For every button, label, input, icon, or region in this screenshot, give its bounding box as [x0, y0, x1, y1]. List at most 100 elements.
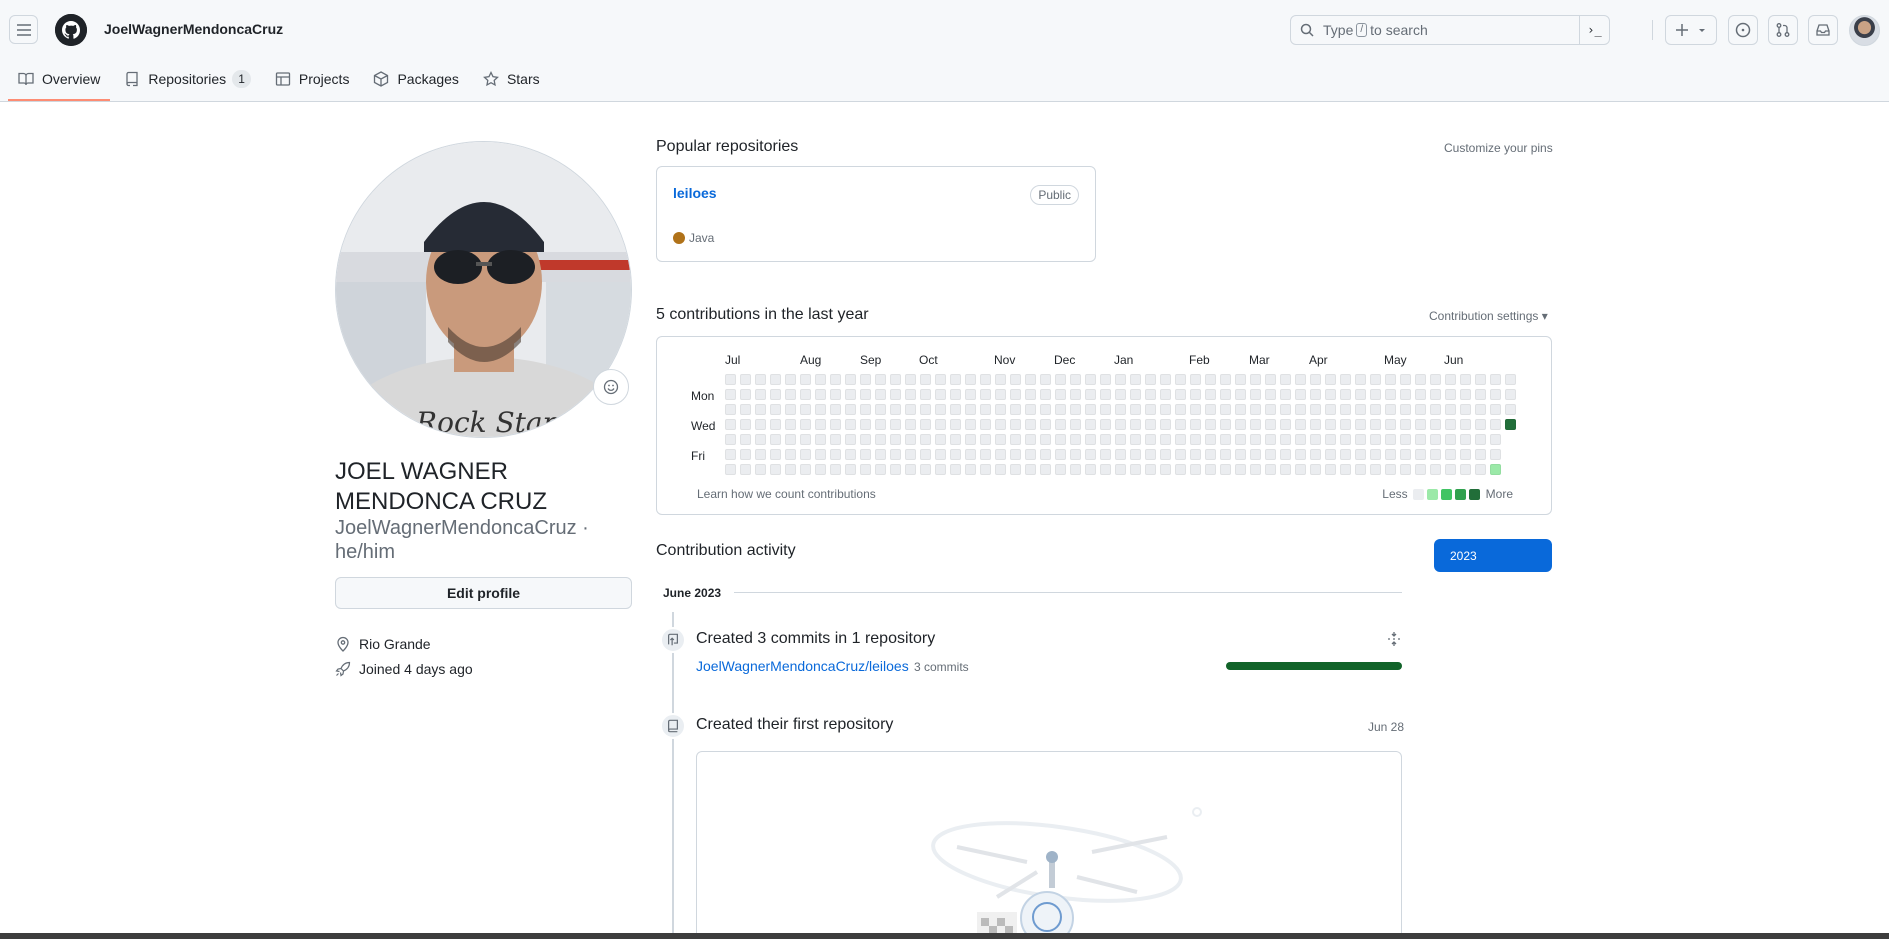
contribution-day-cell[interactable] [1040, 419, 1051, 430]
contribution-day-cell[interactable] [995, 464, 1006, 475]
contribution-day-cell[interactable] [740, 389, 751, 400]
contribution-day-cell[interactable] [815, 419, 826, 430]
contribution-day-cell[interactable] [755, 434, 766, 445]
contribution-day-cell[interactable] [1115, 434, 1126, 445]
contribution-day-cell[interactable] [1475, 434, 1486, 445]
contribution-day-cell[interactable] [1325, 434, 1336, 445]
contribution-day-cell[interactable] [740, 404, 751, 415]
contribution-day-cell[interactable] [1490, 374, 1501, 385]
contribution-day-cell[interactable] [1070, 434, 1081, 445]
contribution-day-cell[interactable] [1085, 404, 1096, 415]
contribution-day-cell[interactable] [725, 419, 736, 430]
contribution-day-cell[interactable] [740, 464, 751, 475]
contribution-day-cell[interactable] [830, 449, 841, 460]
contribution-day-cell[interactable] [1040, 464, 1051, 475]
contribution-day-cell[interactable] [1310, 464, 1321, 475]
contribution-day-cell[interactable] [1370, 464, 1381, 475]
contribution-day-cell[interactable] [965, 449, 976, 460]
contribution-day-cell[interactable] [1385, 419, 1396, 430]
contribution-day-cell[interactable] [950, 434, 961, 445]
contribution-day-cell[interactable] [800, 449, 811, 460]
contribution-day-cell[interactable] [740, 434, 751, 445]
contribution-day-cell[interactable] [1340, 404, 1351, 415]
contribution-day-cell[interactable] [920, 374, 931, 385]
learn-contributions-link[interactable]: Learn how we count contributions [697, 487, 876, 501]
contribution-day-cell[interactable] [1010, 434, 1021, 445]
header-username[interactable]: JoelWagnerMendoncaCruz [104, 21, 283, 37]
contribution-day-cell[interactable] [1055, 449, 1066, 460]
search-input[interactable]: Type / to search ›_ [1290, 15, 1610, 45]
contribution-day-cell[interactable] [1415, 434, 1426, 445]
contribution-day-cell[interactable] [1445, 434, 1456, 445]
inbox-button[interactable] [1808, 15, 1838, 45]
contribution-day-cell[interactable] [785, 419, 796, 430]
contribution-day-cell[interactable] [725, 374, 736, 385]
contribution-day-cell[interactable] [1355, 419, 1366, 430]
contribution-day-cell[interactable] [785, 464, 796, 475]
contribution-day-cell[interactable] [845, 404, 856, 415]
contribution-day-cell[interactable] [1040, 389, 1051, 400]
contribution-day-cell[interactable] [1445, 464, 1456, 475]
contribution-day-cell[interactable] [1190, 404, 1201, 415]
contribution-day-cell[interactable] [1505, 404, 1516, 415]
contribution-day-cell[interactable] [1430, 389, 1441, 400]
contribution-day-cell[interactable] [1475, 389, 1486, 400]
contribution-day-cell[interactable] [1400, 404, 1411, 415]
contribution-day-cell[interactable] [995, 434, 1006, 445]
issues-button[interactable] [1728, 15, 1758, 45]
contribution-day-cell[interactable] [1220, 419, 1231, 430]
contribution-day-cell[interactable] [1295, 419, 1306, 430]
tab-overview[interactable]: Overview [8, 64, 111, 101]
contribution-day-cell[interactable] [1070, 404, 1081, 415]
contribution-day-cell[interactable] [1145, 404, 1156, 415]
contribution-day-cell[interactable] [1340, 374, 1351, 385]
contribution-day-cell[interactable] [1340, 434, 1351, 445]
contribution-day-cell[interactable] [1205, 389, 1216, 400]
contribution-day-cell[interactable] [950, 449, 961, 460]
contribution-day-cell[interactable] [1310, 389, 1321, 400]
contribution-day-cell[interactable] [1175, 404, 1186, 415]
contribution-day-cell[interactable] [1475, 464, 1486, 475]
contribution-day-cell[interactable] [1190, 449, 1201, 460]
contribution-day-cell[interactable] [770, 449, 781, 460]
contribution-day-cell[interactable] [845, 434, 856, 445]
contribution-day-cell[interactable] [920, 449, 931, 460]
contribution-day-cell[interactable] [980, 464, 991, 475]
contribution-day-cell[interactable] [1220, 464, 1231, 475]
contribution-day-cell[interactable] [1190, 434, 1201, 445]
contribution-day-cell[interactable] [740, 374, 751, 385]
contribution-day-cell[interactable] [875, 389, 886, 400]
contribution-day-cell[interactable] [1445, 389, 1456, 400]
contribution-day-cell[interactable] [785, 434, 796, 445]
contribution-day-cell[interactable] [1205, 449, 1216, 460]
contribution-day-cell[interactable] [950, 374, 961, 385]
contribution-day-cell[interactable] [1145, 389, 1156, 400]
contribution-day-cell[interactable] [1115, 404, 1126, 415]
contribution-day-cell[interactable] [1100, 464, 1111, 475]
contribution-day-cell[interactable] [965, 404, 976, 415]
contribution-day-cell[interactable] [725, 464, 736, 475]
contribution-day-cell[interactable] [1280, 449, 1291, 460]
contribution-day-cell[interactable] [1055, 434, 1066, 445]
contribution-day-cell[interactable] [1265, 404, 1276, 415]
contribution-day-cell[interactable] [740, 449, 751, 460]
contribution-day-cell[interactable] [1235, 404, 1246, 415]
commits-repo-link[interactable]: JoelWagnerMendoncaCruz/leiloes [696, 658, 909, 674]
contribution-day-cell[interactable] [1055, 419, 1066, 430]
contribution-day-cell[interactable] [1490, 389, 1501, 400]
contribution-day-cell[interactable] [890, 374, 901, 385]
contribution-day-cell[interactable] [935, 449, 946, 460]
contribution-day-cell[interactable] [995, 449, 1006, 460]
contribution-day-cell[interactable] [725, 449, 736, 460]
contribution-day-cell[interactable] [845, 374, 856, 385]
contribution-day-cell[interactable] [935, 419, 946, 430]
contribution-day-cell[interactable] [1085, 464, 1096, 475]
pinned-repo-name[interactable]: leiloes [673, 185, 717, 201]
contribution-day-cell[interactable] [1100, 449, 1111, 460]
contribution-day-cell[interactable] [1295, 389, 1306, 400]
contribution-day-cell[interactable] [1490, 464, 1501, 475]
contribution-day-cell[interactable] [1055, 464, 1066, 475]
contribution-day-cell[interactable] [1400, 449, 1411, 460]
contribution-day-cell[interactable] [1055, 389, 1066, 400]
contribution-day-cell[interactable] [1175, 449, 1186, 460]
